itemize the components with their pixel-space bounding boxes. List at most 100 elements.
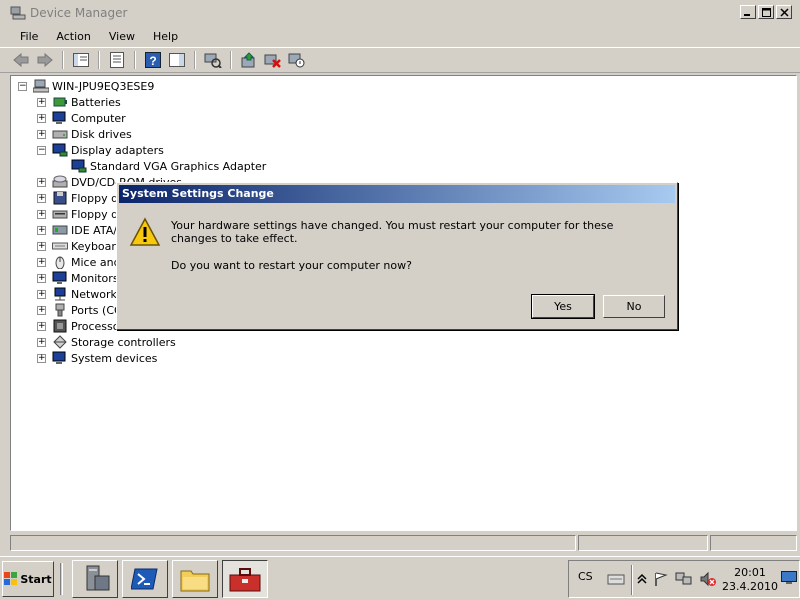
- show-hidden-icons-icon[interactable]: [637, 573, 647, 585]
- expand-toggle[interactable]: +: [37, 242, 46, 251]
- menu-view[interactable]: View: [101, 28, 143, 45]
- show-desktop-icon[interactable]: [781, 571, 797, 585]
- forward-button[interactable]: [34, 49, 56, 71]
- dialog-message: Your hardware settings have changed. You…: [171, 219, 614, 245]
- action-center-flag-icon[interactable]: [653, 571, 669, 587]
- tree-item-vga-adapter[interactable]: Standard VGA Graphics Adapter: [71, 158, 266, 174]
- tree-item-display-adapters[interactable]: Display adapters: [52, 142, 164, 158]
- menu-file[interactable]: File: [12, 28, 46, 45]
- disk-drive-icon: [52, 130, 68, 139]
- toolbar-separator: [134, 51, 136, 69]
- expand-toggle[interactable]: +: [37, 130, 46, 139]
- ide-controller-icon: [52, 225, 68, 235]
- tree-item-ports[interactable]: Ports (CO: [52, 302, 123, 318]
- uninstall-button[interactable]: [262, 49, 284, 71]
- properties-button[interactable]: [106, 49, 128, 71]
- taskbar-device-manager[interactable]: [222, 560, 268, 598]
- close-button[interactable]: [776, 5, 792, 19]
- taskbar-powershell[interactable]: [122, 560, 168, 598]
- minimize-button[interactable]: [740, 5, 756, 19]
- expand-toggle[interactable]: +: [37, 274, 46, 283]
- network-icon[interactable]: [675, 571, 693, 587]
- expand-toggle[interactable]: +: [37, 210, 46, 219]
- tree-item-ide-ata[interactable]: IDE ATA/: [52, 222, 117, 238]
- expand-toggle[interactable]: +: [37, 98, 46, 107]
- taskbar-explorer[interactable]: [172, 560, 218, 598]
- taskbar-grip[interactable]: [60, 563, 63, 595]
- collapse-root-toggle[interactable]: −: [18, 82, 27, 91]
- window-titlebar[interactable]: Device Manager: [0, 0, 800, 26]
- clock-time: 20:01: [734, 566, 766, 579]
- help-button[interactable]: ?: [142, 49, 164, 71]
- network-adapter-icon: [54, 287, 66, 301]
- system-devices-icon: [52, 351, 66, 364]
- expand-toggle[interactable]: +: [37, 178, 46, 187]
- tree-item-system-devices[interactable]: System devices: [52, 350, 157, 366]
- expand-toggle[interactable]: +: [37, 258, 46, 267]
- update-driver-button[interactable]: [238, 49, 260, 71]
- floppy-drive-icon: [52, 210, 68, 219]
- disable-button[interactable]: [286, 49, 308, 71]
- action-pane-icon: [169, 53, 185, 67]
- tree-item-label: Display adapters: [71, 143, 164, 157]
- system-settings-change-dialog: System Settings Change Your hardware set…: [116, 182, 678, 330]
- processor-icon: [53, 319, 67, 333]
- uninstall-icon: [264, 54, 281, 68]
- collapse-toggle[interactable]: −: [37, 146, 46, 155]
- tree-item-label: Mice and: [71, 255, 121, 269]
- clock[interactable]: 20:01 23.4.2010: [718, 566, 782, 594]
- tree-item-monitors[interactable]: Monitors: [52, 270, 119, 286]
- expand-toggle[interactable]: +: [37, 354, 46, 363]
- dialog-title[interactable]: System Settings Change: [119, 185, 675, 203]
- tree-item-network[interactable]: Network: [52, 286, 117, 302]
- expand-toggle[interactable]: +: [37, 306, 46, 315]
- expand-toggle[interactable]: +: [37, 194, 46, 203]
- taskbar: Start: [0, 556, 800, 600]
- show-hide-tree-button[interactable]: [70, 49, 92, 71]
- tree-item-processors[interactable]: Processo: [52, 318, 119, 334]
- warning-icon: [129, 217, 161, 246]
- storage-controller-icon: [53, 335, 67, 349]
- keyboard-layout-icon[interactable]: [607, 572, 625, 586]
- tree-item-batteries[interactable]: Batteries: [52, 94, 121, 110]
- tree-item-floppy-drive[interactable]: Floppy dr: [52, 206, 123, 222]
- tree-item-disk-drives[interactable]: Disk drives: [52, 126, 132, 142]
- volume-muted-icon[interactable]: [699, 571, 717, 587]
- expand-toggle[interactable]: +: [37, 322, 46, 331]
- language-indicator[interactable]: CS: [578, 570, 593, 583]
- computer-icon: [52, 111, 66, 124]
- taskbar-server-manager[interactable]: [72, 560, 118, 598]
- menubar: File Action View Help: [0, 26, 800, 46]
- device-manager-toolbox-icon: [229, 568, 261, 592]
- tree-item-storage-controllers[interactable]: Storage controllers: [52, 334, 176, 350]
- tree-root[interactable]: WIN-JPU9EQ3ESE9: [33, 78, 154, 94]
- window-title: Device Manager: [30, 6, 128, 20]
- scan-hardware-button[interactable]: [202, 49, 224, 71]
- expand-toggle[interactable]: +: [37, 290, 46, 299]
- menu-action[interactable]: Action: [48, 28, 98, 45]
- start-button[interactable]: Start: [2, 561, 54, 597]
- expand-toggle[interactable]: +: [37, 226, 46, 235]
- tree-item-floppy-disk[interactable]: Floppy di: [52, 190, 121, 206]
- menu-help[interactable]: Help: [145, 28, 186, 45]
- expand-toggle[interactable]: +: [37, 338, 46, 347]
- tree-item-mice[interactable]: Mice and: [52, 254, 121, 270]
- expand-toggle[interactable]: +: [37, 114, 46, 123]
- action-pane-button[interactable]: [166, 49, 188, 71]
- explorer-icon: [180, 570, 210, 592]
- no-button[interactable]: No: [603, 295, 665, 318]
- yes-button[interactable]: Yes: [531, 294, 595, 319]
- tree-item-label: Monitors: [71, 271, 119, 285]
- back-button[interactable]: [10, 49, 32, 71]
- keyboard-icon: [52, 242, 68, 250]
- toolbar-separator: [98, 51, 100, 69]
- maximize-button[interactable]: [758, 5, 774, 19]
- port-icon: [55, 303, 65, 317]
- tree-item-computer[interactable]: Computer: [52, 110, 126, 126]
- window-controls: [740, 5, 792, 19]
- toolbar-separator: [230, 51, 232, 69]
- tree-item-keyboards[interactable]: Keyboard: [52, 238, 123, 254]
- dvd-drive-icon: [52, 175, 68, 188]
- status-segment: [578, 535, 708, 551]
- tree-item-label: Computer: [71, 111, 126, 125]
